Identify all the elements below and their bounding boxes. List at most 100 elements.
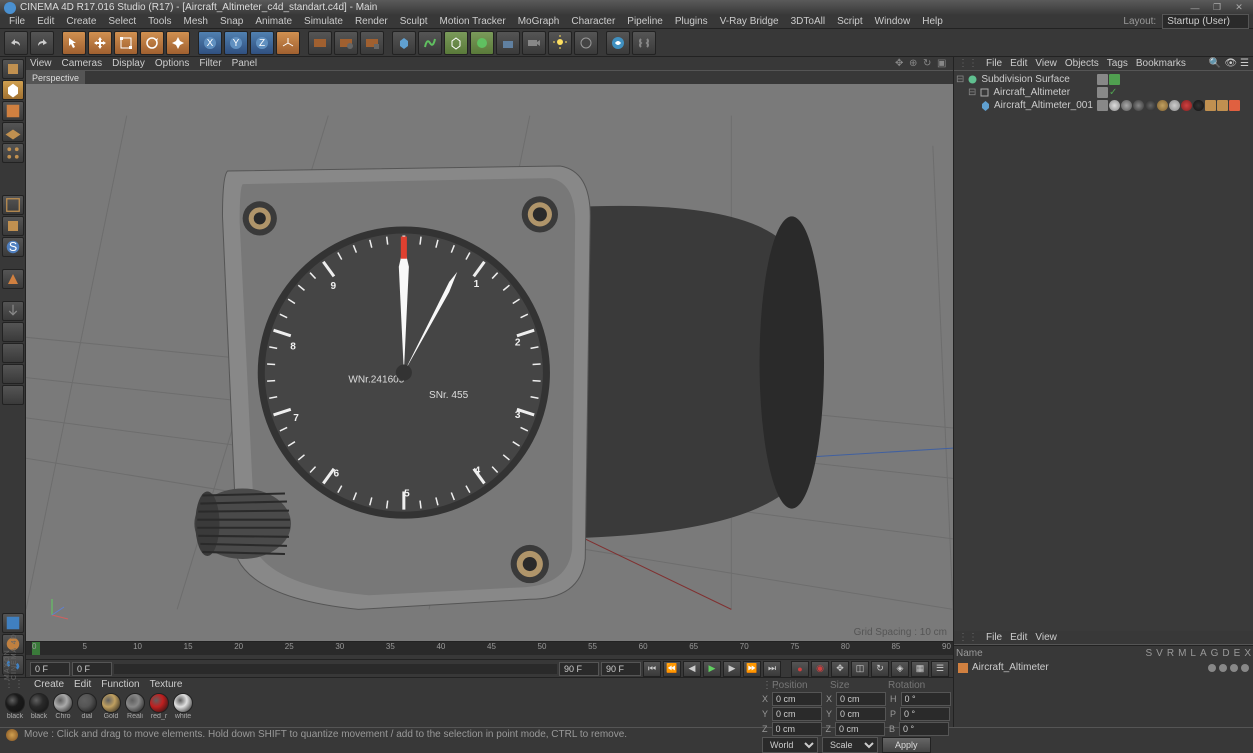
mat-tag[interactable] [1121,100,1132,111]
vp-menu-filter[interactable]: Filter [199,58,221,69]
uvw-tag[interactable] [1217,100,1228,111]
material-dial[interactable]: dial [76,693,98,725]
key-pos-button[interactable]: ✥ [831,661,849,677]
rot-p-field[interactable] [900,707,950,721]
key-param-button[interactable]: ◈ [891,661,909,677]
enable-check[interactable] [1109,74,1120,85]
planar-workplane-button[interactable] [2,385,24,405]
tree-row-altimeter[interactable]: ⊟ Aircraft_Altimeter [956,86,1093,99]
am-view[interactable]: View [1035,632,1057,643]
pos-y-field[interactable] [772,707,822,721]
rotate-tool[interactable] [140,31,164,55]
primitive-button[interactable] [392,31,416,55]
render-view-button[interactable] [308,31,332,55]
vp-menu-display[interactable]: Display [112,58,145,69]
minimize-button[interactable]: — [1185,1,1205,14]
material-black[interactable]: black [4,693,26,725]
spline-button[interactable] [418,31,442,55]
tag-button[interactable] [574,31,598,55]
menu-simulate[interactable]: Simulate [299,16,348,27]
attr-dot[interactable] [1241,664,1249,672]
coord-world-select[interactable]: World [762,737,818,753]
prev-frame-button[interactable]: ◀ [683,661,701,677]
menu-tools[interactable]: Tools [143,16,176,27]
om-file[interactable]: File [986,58,1002,69]
scale-tool[interactable] [114,31,138,55]
goto-end-button[interactable]: ⏭ [763,661,781,677]
vp-zoom-icon[interactable]: ⊕ [909,58,921,70]
menu-3dtoall[interactable]: 3DToAll [786,16,830,27]
vis-dot[interactable] [1097,100,1108,111]
key-rot-button[interactable]: ↻ [871,661,889,677]
vp-menu-panel[interactable]: Panel [232,58,258,69]
tree-row-subdiv[interactable]: ⊟ Subdivision Surface [956,73,1093,86]
menu-edit[interactable]: Edit [32,16,59,27]
phong-tag[interactable] [1205,100,1216,111]
layer-color-swatch[interactable] [958,663,968,673]
om-objects[interactable]: Objects [1065,58,1099,69]
tweak-mode-button[interactable] [2,269,24,289]
goto-next-key-button[interactable]: ⏩ [743,661,761,677]
play-button[interactable]: ▶ [703,661,721,677]
tree-row-altimeter-001[interactable]: Aircraft_Altimeter_001 [956,99,1093,112]
record-button[interactable]: ● [791,661,809,677]
z-axis-button[interactable]: Z [250,31,274,55]
om-search-icon[interactable]: 🔍 [1209,58,1221,69]
snap-settings-button[interactable] [2,322,24,342]
mat-menu-texture[interactable]: Texture [150,679,183,690]
rot-h-field[interactable] [901,692,951,706]
size-y-field[interactable] [836,707,886,721]
timeline-current-field[interactable] [72,662,112,676]
material-Chro[interactable]: Chro [52,693,74,725]
mat-tag[interactable] [1133,100,1144,111]
menu-window[interactable]: Window [870,16,916,27]
size-z-field[interactable] [835,722,885,736]
deformer-button[interactable] [470,31,494,55]
locked-workplane-button[interactable] [2,364,24,384]
script-button[interactable] [632,31,656,55]
menu-script[interactable]: Script [832,16,868,27]
om-tags[interactable]: Tags [1107,58,1128,69]
render-settings-button[interactable] [334,31,358,55]
mat-tag[interactable] [1157,100,1168,111]
mat-tag[interactable] [1145,100,1156,111]
menu-sculpt[interactable]: Sculpt [395,16,433,27]
vp-menu-view[interactable]: View [30,58,52,69]
mat-tag[interactable] [1169,100,1180,111]
menu-pipeline[interactable]: Pipeline [622,16,668,27]
x-axis-button[interactable]: X [198,31,222,55]
vp-rotate-icon[interactable]: ↻ [923,58,935,70]
texture-mode-button[interactable] [2,101,24,121]
redo-button[interactable] [30,31,54,55]
vp-nav-icon[interactable]: ✥ [895,58,907,70]
sel-tag[interactable] [1229,100,1240,111]
axis-mode-button[interactable]: S [2,237,24,257]
om-view[interactable]: View [1035,58,1057,69]
polygon-mode-button[interactable] [2,216,24,236]
viewport[interactable]: 0 1 2 3 4 5 6 7 8 9 WNr.241605 SNr. 455 [26,84,953,641]
timeline[interactable]: 051015202530354045505560657075808590 [26,641,953,659]
menu-animate[interactable]: Animate [250,16,297,27]
coord-scale-select[interactable]: Scale [822,737,878,753]
edge-mode-button[interactable] [2,195,24,215]
make-editable-button[interactable] [2,59,24,79]
viewport-tab[interactable]: Perspective [26,71,85,84]
am-file[interactable]: File [986,632,1002,643]
menu-render[interactable]: Render [350,16,393,27]
mat-menu-function[interactable]: Function [101,679,139,690]
timeline-end2-field[interactable] [601,662,641,676]
mat-tag[interactable] [1193,100,1204,111]
undo-button[interactable] [4,31,28,55]
goto-prev-key-button[interactable]: ⏪ [663,661,681,677]
vp-menu-options[interactable]: Options [155,58,189,69]
object-tree[interactable]: ⊟ Subdivision Surface ⊟ Aircraft_Altimet… [954,71,1253,631]
coord-apply-button[interactable]: Apply [882,737,931,753]
light-button[interactable] [548,31,572,55]
menu-mesh[interactable]: Mesh [179,16,213,27]
timeline-end-field[interactable] [559,662,599,676]
attr-object-row[interactable]: Aircraft_Altimeter [954,661,1253,674]
om-bookmarks[interactable]: Bookmarks [1136,58,1186,69]
menu-help[interactable]: Help [917,16,948,27]
goto-start-button[interactable]: ⏮ [643,661,661,677]
mat-tag[interactable] [1109,100,1120,111]
